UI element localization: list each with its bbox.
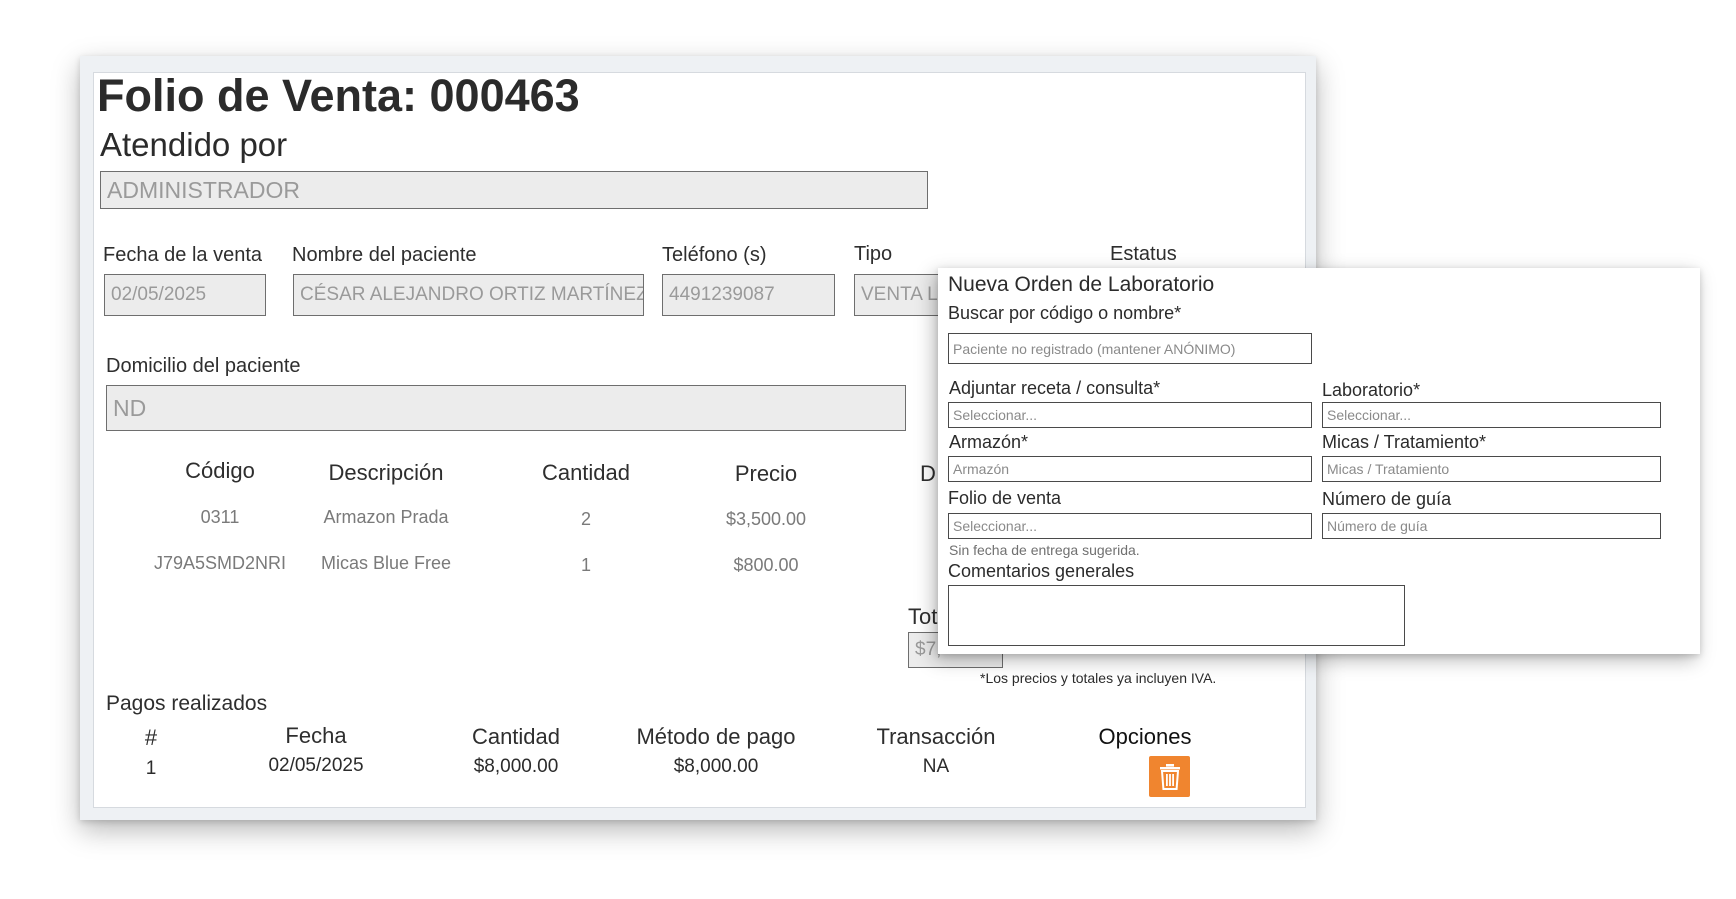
- payments-header-number: #: [144, 725, 158, 750]
- sale-folio-label: Folio de venta: [948, 488, 1062, 508]
- payments-header-method: Método de pago: [636, 724, 796, 749]
- laboratory-label: Laboratorio*: [1322, 380, 1421, 400]
- frame-input[interactable]: Armazón: [948, 456, 1312, 482]
- product-description: Micas Blue Free: [320, 553, 452, 573]
- address-field[interactable]: ND: [106, 385, 906, 431]
- address-label: Domicilio del paciente: [106, 355, 301, 377]
- payments-header-amount: Cantidad: [471, 724, 561, 749]
- guide-number-input[interactable]: Número de guía: [1322, 513, 1661, 539]
- product-price: $3,500.00: [725, 509, 807, 529]
- product-description: Armazon Prada: [323, 507, 449, 527]
- product-code: J79A5SMD2NRI: [153, 553, 287, 573]
- phone-label: Teléfono (s): [662, 244, 767, 266]
- products-header-description: Descripción: [328, 460, 444, 485]
- lab-order-modal: Nueva Orden de Laboratorio Buscar por có…: [938, 268, 1700, 654]
- payment-method: $8,000.00: [673, 756, 759, 777]
- delivery-hint: Sin fecha de entrega sugerida.: [949, 542, 1140, 558]
- total-label: Tot: [908, 604, 938, 629]
- product-price: $800.00: [733, 555, 799, 575]
- phone-field[interactable]: 4491239087: [662, 274, 835, 316]
- patient-name-label: Nombre del paciente: [292, 244, 477, 266]
- prescription-select[interactable]: Seleccionar...: [948, 402, 1312, 428]
- sale-folio-select[interactable]: Seleccionar...: [948, 513, 1312, 539]
- prescription-label: Adjuntar receta / consulta*: [949, 378, 1161, 398]
- trash-icon: [1159, 764, 1180, 790]
- payment-date: 02/05/2025: [268, 755, 364, 776]
- payments-title: Pagos realizados: [106, 692, 268, 715]
- product-quantity: 2: [580, 509, 591, 529]
- payment-transaction: NA: [922, 756, 950, 777]
- products-header-code: Código: [185, 458, 255, 483]
- tax-note: *Los precios y totales ya incluyen IVA.: [980, 670, 1217, 686]
- comments-label: Comentarios generales: [948, 561, 1135, 581]
- payments-header-transaction: Transacción: [876, 724, 996, 749]
- products-header-price: Precio: [734, 461, 798, 486]
- sale-date-field[interactable]: 02/05/2025: [104, 274, 266, 316]
- comments-textarea[interactable]: [948, 585, 1405, 646]
- products-header-quantity: Cantidad: [541, 460, 631, 485]
- products-header-discount: D: [920, 461, 936, 486]
- modal-title: Nueva Orden de Laboratorio: [948, 273, 1215, 296]
- product-quantity: 1: [580, 555, 591, 575]
- attended-by-field[interactable]: ADMINISTRADOR: [100, 171, 928, 209]
- patient-name-field[interactable]: CÉSAR ALEJANDRO ORTIZ MARTÍNEZ: [293, 274, 644, 316]
- product-code: 0311: [200, 507, 240, 527]
- delete-payment-button[interactable]: [1149, 756, 1190, 797]
- lenses-label: Micas / Tratamiento*: [1322, 432, 1487, 452]
- attended-by-label: Atendido por: [100, 126, 288, 163]
- payments-header-options: Opciones: [1098, 724, 1192, 749]
- sale-title: Folio de Venta: 000463: [97, 70, 580, 121]
- payment-number: 1: [145, 758, 157, 779]
- patient-search-input[interactable]: Paciente no registrado (mantener ANÓNIMO…: [948, 333, 1312, 364]
- laboratory-select[interactable]: Seleccionar...: [1322, 402, 1661, 428]
- frame-label: Armazón*: [949, 432, 1029, 452]
- status-label: Estatus: [1110, 243, 1177, 265]
- search-label: Buscar por código o nombre*: [948, 303, 1182, 323]
- lenses-input[interactable]: Micas / Tratamiento: [1322, 456, 1661, 482]
- sale-date-label: Fecha de la venta: [103, 244, 262, 266]
- payments-header-date: Fecha: [285, 723, 347, 748]
- guide-number-label: Número de guía: [1322, 489, 1452, 509]
- payment-amount: $8,000.00: [473, 756, 559, 777]
- type-label: Tipo: [854, 243, 893, 265]
